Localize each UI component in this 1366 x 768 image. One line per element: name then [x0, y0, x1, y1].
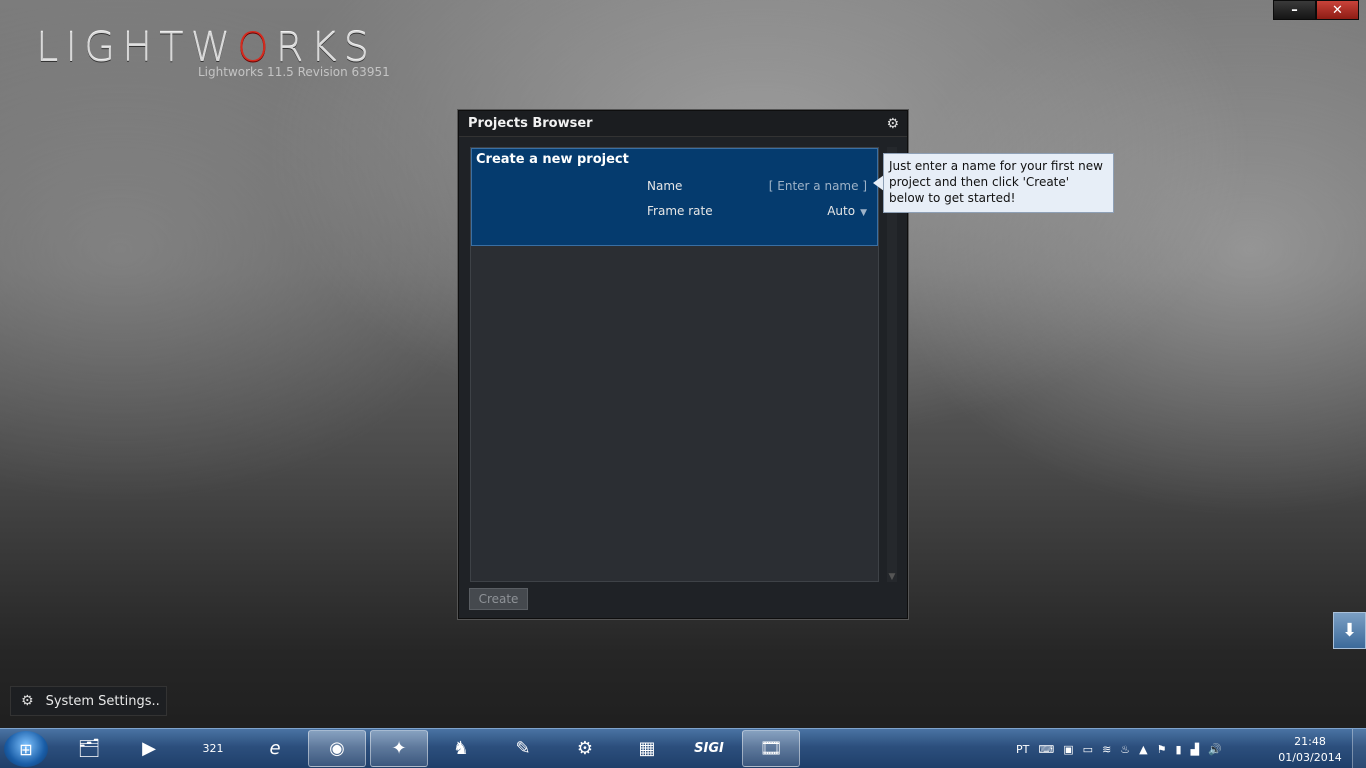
- chevron-down-icon: ▼: [860, 208, 867, 218]
- windows-logo-icon: ⊞: [19, 739, 33, 759]
- tool-icon: ⚙: [576, 738, 594, 759]
- window-controls: – ✕: [1273, 0, 1359, 20]
- show-hidden-icons-icon[interactable]: ▲: [1139, 743, 1147, 756]
- system-settings-label: System Settings..: [45, 693, 160, 709]
- taskbar-app-calculator[interactable]: ▦: [618, 730, 676, 767]
- clock-date: 01/03/2014: [1278, 751, 1342, 764]
- download-arrow-button[interactable]: ⬇: [1333, 612, 1366, 649]
- taskbar-app-media-player[interactable]: ▶: [120, 730, 178, 767]
- revision-label: Lightworks 11.5 Revision 63951: [198, 65, 390, 79]
- taskbar-app-lightworks[interactable]: 🎞: [742, 730, 800, 767]
- lightworks-logo: LIGHTWORKS Lightworks 11.5 Revision 6395…: [36, 28, 390, 79]
- clock[interactable]: 21:48 01/03/2014: [1278, 734, 1342, 766]
- taskbar-app-8[interactable]: ⚙: [556, 730, 614, 767]
- language-indicator[interactable]: PT: [1016, 743, 1029, 756]
- taskbar-app-ie[interactable]: e: [246, 730, 304, 767]
- projects-browser: Projects Browser ⚙ Create a new project …: [458, 110, 908, 619]
- keyboard-icon[interactable]: ⌨: [1038, 743, 1054, 756]
- signal-icon[interactable]: ▟: [1191, 743, 1199, 756]
- system-tray: PT ⌨ ▣ ▭ ≋ ♨ ▲ ⚑ ▮ ▟ 🔊: [1016, 729, 1231, 768]
- gear-icon: ⚙: [21, 693, 34, 709]
- frame-rate-value: Auto: [827, 204, 856, 218]
- project-name-input[interactable]: [ Enter a name ]: [769, 179, 867, 193]
- projects-browser-titlebar: Projects Browser ⚙: [459, 111, 907, 137]
- taskbar-app-sigi[interactable]: SIGI: [680, 730, 738, 767]
- projects-browser-title: Projects Browser: [468, 116, 593, 131]
- taskbar-app-mpc[interactable]: 321: [184, 730, 242, 767]
- frame-rate-label: Frame rate: [647, 204, 713, 218]
- logo-wordmark: LIGHTWORKS: [36, 28, 376, 68]
- film-icon: 🎞: [759, 738, 783, 759]
- taskbar: ⊞ 🗂 ▶ 321 e ◉ ✦ ♞ ✎ ⚙ ▦ SIGI 🎞 PT ⌨ ▣ ▭ …: [0, 728, 1366, 768]
- volume-icon[interactable]: 🔊: [1208, 743, 1222, 756]
- frame-rate-row: Frame rate Auto ▼: [647, 204, 867, 218]
- gear-icon[interactable]: ⚙: [886, 117, 899, 131]
- tray-app-icon[interactable]: ▣: [1063, 743, 1073, 756]
- name-row: Name [ Enter a name ]: [647, 179, 867, 193]
- tray-app-icon[interactable]: ♨: [1120, 743, 1130, 756]
- mpc-icon: 321: [202, 742, 224, 755]
- arrow-down-icon: ⬇: [1341, 620, 1358, 641]
- frame-rate-dropdown[interactable]: Auto ▼: [827, 204, 867, 218]
- taskbar-app-6[interactable]: ♞: [432, 730, 490, 767]
- chrome-icon: ◉: [329, 738, 345, 759]
- start-button[interactable]: ⊞: [4, 731, 48, 767]
- new-project-card[interactable]: Create a new project Name [ Enter a name…: [471, 148, 878, 246]
- projects-list: Create a new project Name [ Enter a name…: [470, 147, 879, 582]
- taskbar-app-chrome[interactable]: ◉: [308, 730, 366, 767]
- sigi-icon: SIGI: [694, 741, 724, 756]
- taskbar-app-explorer[interactable]: 🗂: [60, 730, 118, 767]
- name-label: Name: [647, 179, 683, 193]
- battery-icon[interactable]: ▮: [1176, 743, 1182, 756]
- folder-icon: 🗂: [77, 738, 101, 759]
- internet-explorer-icon: e: [269, 738, 281, 759]
- calculator-icon: ▦: [638, 738, 656, 759]
- horse-icon: ♞: [452, 738, 470, 759]
- scroll-down-arrow-icon[interactable]: ▼: [887, 572, 897, 582]
- create-button[interactable]: Create: [469, 588, 528, 610]
- taskbar-app-5[interactable]: ✦: [370, 730, 428, 767]
- play-icon: ▶: [142, 738, 156, 759]
- help-tooltip: Just enter a name for your first new pro…: [883, 153, 1114, 213]
- new-project-header: Create a new project: [476, 152, 629, 167]
- minimize-button[interactable]: –: [1273, 0, 1316, 20]
- taskbar-app-7[interactable]: ✎: [494, 730, 552, 767]
- close-button[interactable]: ✕: [1316, 0, 1359, 20]
- wifi-icon[interactable]: ≋: [1102, 743, 1111, 756]
- pen-icon: ✎: [515, 738, 531, 759]
- show-desktop-button[interactable]: [1352, 729, 1366, 768]
- system-settings-button[interactable]: ⚙ System Settings..: [10, 686, 167, 716]
- app-icon: ✦: [391, 738, 407, 759]
- monitor-icon[interactable]: ▭: [1083, 743, 1093, 756]
- flag-icon[interactable]: ⚑: [1157, 743, 1167, 756]
- clock-time: 21:48: [1294, 735, 1326, 748]
